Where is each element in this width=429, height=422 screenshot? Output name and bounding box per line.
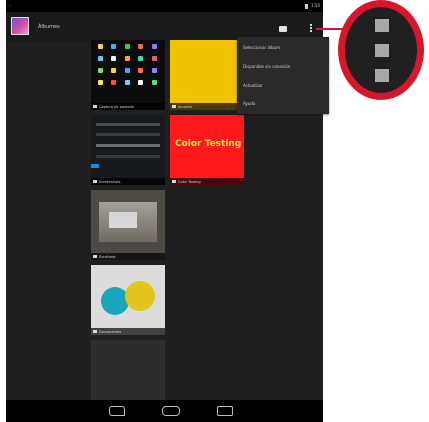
navigation-bar [6,400,323,422]
album-tile-3[interactable]: Escritorio [91,190,165,260]
clock: 1:50 [311,3,320,8]
camera-icon[interactable] [279,26,287,32]
album-tile-6[interactable]: Amarillo [170,40,244,110]
album-tile-1[interactable]: Captura de pantalla [91,40,165,110]
album-tile-7[interactable]: Color Testing Color Testing [170,115,244,185]
album-tile-2[interactable]: Screenshots [91,115,165,185]
overflow-menu: Seleccionar álbum Disponible sin conexió… [237,37,329,114]
album-caption: Escritorio [91,253,165,260]
album-caption: Amarillo [170,103,244,110]
menu-item-offline[interactable]: Disponible sin conexión [243,64,290,69]
album-thumbnail [91,40,165,110]
gallery-screen: ◦ 1:50 Álbumes Captura de pantalla Scree… [6,0,329,410]
status-icons-left: ◦ [9,3,12,8]
zoomed-overflow-icon [345,7,417,93]
album-caption: Captura de pantalla [91,103,165,110]
album-thumbnail [170,40,244,110]
page-title: Álbumes [38,24,60,30]
battery-icon [304,3,308,9]
menu-item-select-album[interactable]: Seleccionar álbum [243,45,280,50]
overflow-menu-icon[interactable] [309,23,313,37]
album-thumbnail [91,115,165,185]
status-bar: ◦ 1:50 [6,0,323,12]
album-caption: Documentos [91,328,165,335]
zoom-callout [338,0,424,100]
album-thumbnail [91,265,165,335]
tablet-device: ◦ 1:50 Álbumes Captura de pantalla Scree… [6,0,329,422]
menu-item-refresh[interactable]: Actualizar [243,83,263,88]
album-caption: Screenshots [91,178,165,185]
album-caption: Color Testing [170,178,244,185]
status-icons-right: 1:50 [304,3,320,9]
recent-apps-icon[interactable] [217,406,233,416]
album-overlay-text: Color Testing [175,139,242,149]
album-thumbnail [91,190,165,260]
album-thumbnail: Color Testing [170,115,244,185]
album-tile-4[interactable]: Documentos [91,265,165,335]
menu-item-help[interactable]: Ayuda [243,101,255,106]
app-icon[interactable] [11,17,29,35]
home-icon[interactable] [162,406,180,416]
back-icon[interactable] [109,406,125,416]
